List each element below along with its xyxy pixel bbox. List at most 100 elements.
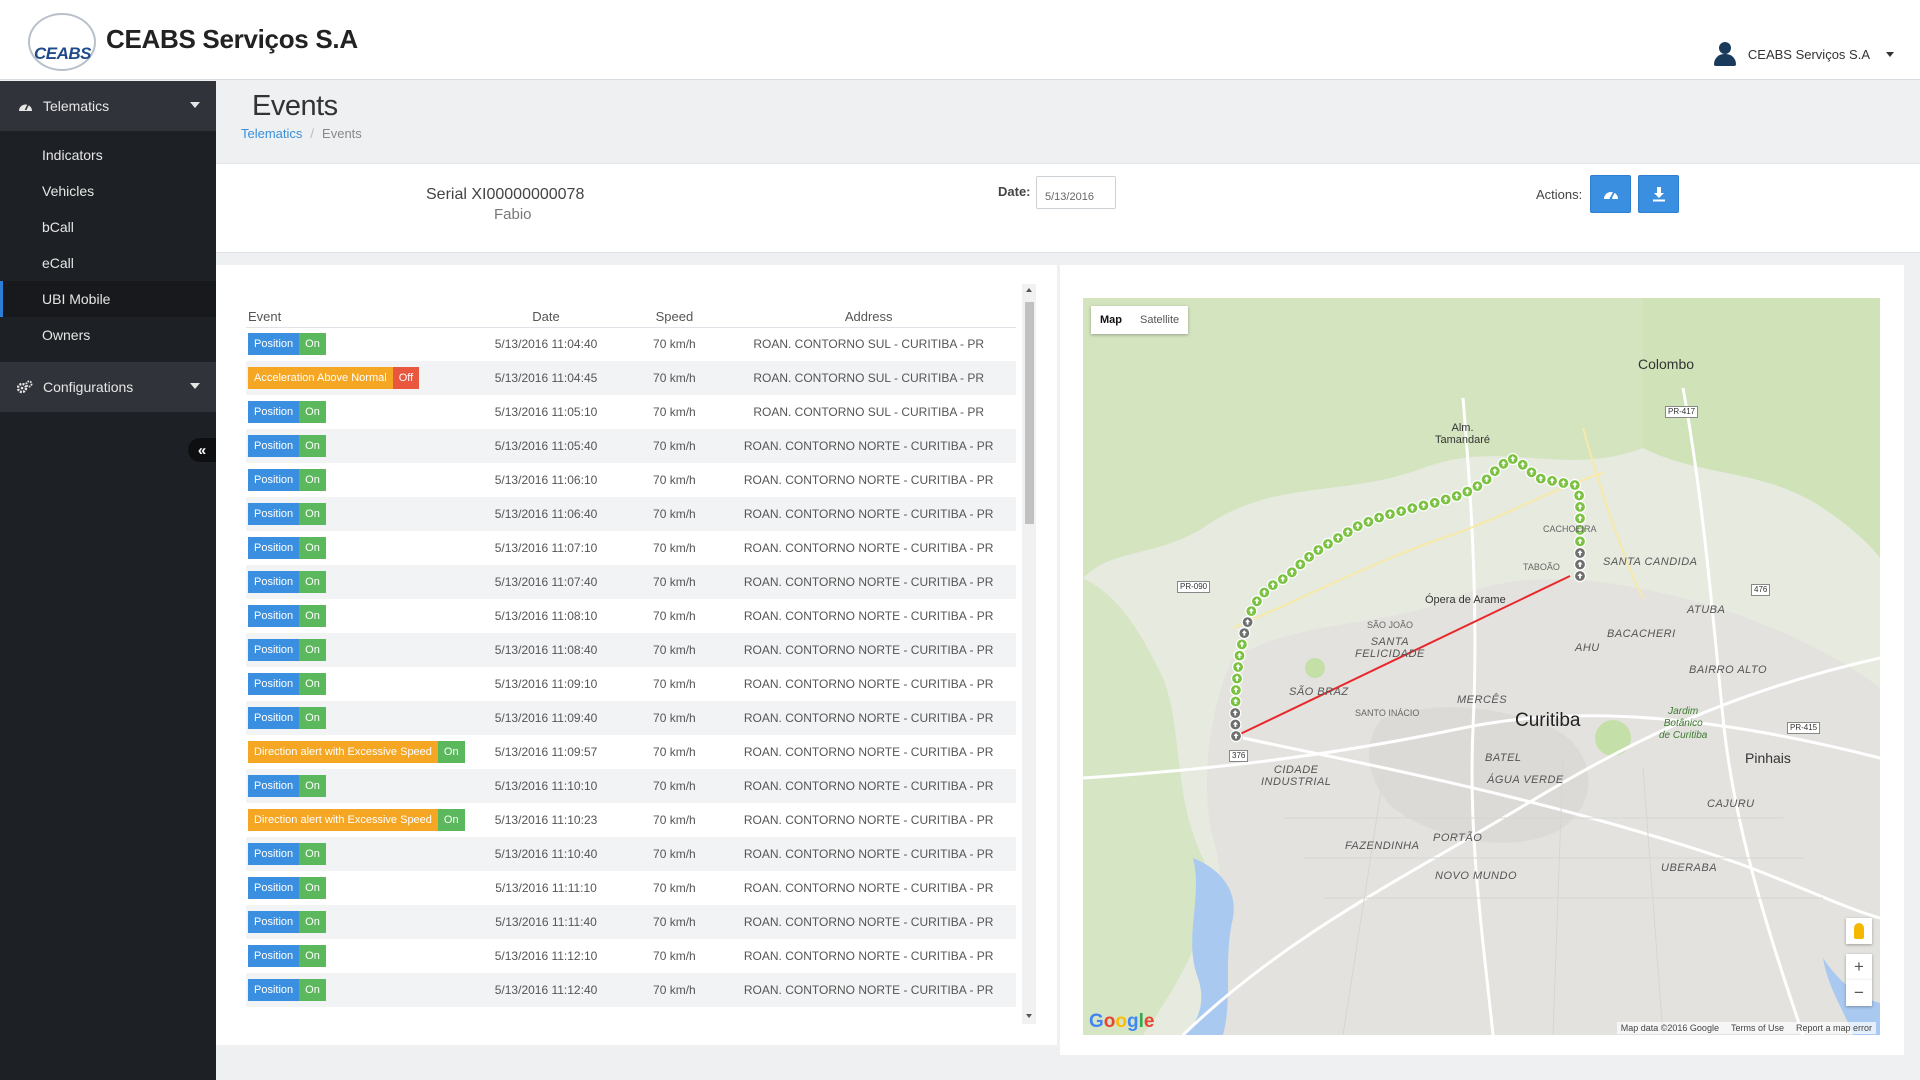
speed-cell: 70 km/h: [627, 837, 722, 871]
table-scrollbar[interactable]: [1022, 284, 1036, 1024]
event-state-badge: On: [299, 605, 326, 627]
highway-shield-476: 476: [1751, 584, 1771, 596]
event-state-badge: On: [299, 979, 326, 1001]
zoom-in-button[interactable]: +: [1846, 954, 1872, 980]
event-type-badge: Position: [248, 775, 300, 797]
map-label-novo-mundo: NOVO MUNDO: [1435, 870, 1517, 882]
terms-of-use-link[interactable]: Terms of Use: [1731, 1023, 1784, 1033]
table-row[interactable]: Position On 5/13/2016 11:09:40 70 km/h ROAN.…: [246, 701, 1016, 735]
table-row[interactable]: Position On 5/13/2016 11:05:40 70 km/h ROAN.…: [246, 429, 1016, 463]
table-row[interactable]: Position On 5/13/2016 11:06:10 70 km/h ROAN.…: [246, 463, 1016, 497]
sidebar-item-indicators[interactable]: Indicators: [0, 137, 216, 173]
breadcrumb-telematics-link[interactable]: Telematics: [241, 126, 302, 141]
scroll-down-arrow-icon[interactable]: [1026, 1014, 1032, 1018]
sidebar-item-owners[interactable]: Owners: [0, 317, 216, 353]
table-row[interactable]: Position On 5/13/2016 11:11:10 70 km/h ROAN.…: [246, 871, 1016, 905]
column-header-address[interactable]: Address: [721, 295, 1016, 328]
sidebar-item-ecall[interactable]: eCall: [0, 245, 216, 281]
map-label-merces: MERCÊS: [1457, 694, 1508, 706]
event-state-badge: On: [299, 843, 326, 865]
map-label-cachoeira: CACHOEIRA: [1543, 524, 1597, 534]
download-button[interactable]: [1638, 175, 1679, 213]
table-row[interactable]: Position On 5/13/2016 11:05:10 70 km/h ROAN.…: [246, 395, 1016, 429]
table-row[interactable]: Position On 5/13/2016 11:04:40 70 km/h ROAN.…: [246, 327, 1016, 361]
dashboard-button[interactable]: [1590, 175, 1631, 213]
sidebar-item-label: eCall: [42, 255, 74, 271]
sidebar-section-label: Telematics: [43, 98, 110, 114]
route-map[interactable]: Colombo Alm. Tamandaré Curitiba Ópera de…: [1083, 298, 1880, 1035]
date-cell: 5/13/2016 11:09:40: [464, 701, 628, 735]
map-label-sao-joao: SÃO JOÃO: [1367, 620, 1414, 630]
table-row[interactable]: Position On 5/13/2016 11:10:40 70 km/h ROAN.…: [246, 837, 1016, 871]
map-label-santo-inacio: SANTO INÁCIO: [1355, 708, 1420, 718]
date-field[interactable]: [1036, 176, 1116, 209]
speed-cell: 70 km/h: [653, 541, 696, 555]
user-menu[interactable]: CEABS Serviços S.A: [1713, 42, 1894, 66]
collapse-sidebar-button[interactable]: «: [188, 438, 216, 462]
event-state-badge: On: [437, 741, 465, 763]
zoom-out-button[interactable]: −: [1846, 980, 1872, 1006]
address-cell: ROAN. CONTORNO NORTE - CURITIBA - PR: [721, 837, 1016, 871]
column-header-event[interactable]: Event: [246, 295, 465, 328]
column-header-speed[interactable]: Speed: [627, 295, 722, 328]
map-label-taboao: TABOÃO: [1523, 562, 1560, 572]
date-cell: 5/13/2016 11:04:40: [494, 337, 598, 352]
sidebar-section-telematics[interactable]: Telematics: [0, 81, 216, 131]
map-type-satellite-button[interactable]: Satellite: [1131, 306, 1188, 334]
street-view-pegman-icon[interactable]: [1846, 918, 1872, 944]
date-cell: 5/13/2016 11:09:57: [494, 745, 598, 759]
highway-shield-pr417: PR-417: [1665, 406, 1699, 418]
gears-icon: [17, 379, 33, 395]
map-label-bacacheri: BACACHERI: [1607, 628, 1676, 640]
events-table-scroll[interactable]: Event Date Speed Address Position On 5/13/…: [246, 295, 1046, 1035]
sidebar-item-vehicles[interactable]: Vehicles: [0, 173, 216, 209]
table-row[interactable]: Position On 5/13/2016 11:08:40 70 km/h ROAN.…: [246, 633, 1016, 667]
address-cell: ROAN. CONTORNO NORTE - CURITIBA - PR: [743, 881, 994, 895]
table-row[interactable]: Direction alert with Excessive Speed On 5/…: [246, 735, 1016, 769]
table-row[interactable]: Position On 5/13/2016 11:06:40 70 km/h ROAN.…: [246, 497, 1016, 531]
actions-label: Actions:: [1536, 187, 1583, 202]
map-label-opera: Ópera de Arame: [1425, 594, 1506, 606]
table-row[interactable]: Acceleration Above Normal Off 5/13/2016 11…: [246, 361, 1016, 395]
date-cell: 5/13/2016 11:06:10: [494, 473, 598, 487]
event-state-badge: On: [299, 945, 326, 967]
report-map-error-link[interactable]: Report a map error: [1796, 1023, 1872, 1033]
table-row[interactable]: Position On 5/13/2016 11:12:10 70 km/h ROAN.…: [246, 939, 1016, 973]
table-row[interactable]: Position On 5/13/2016 11:07:10 70 km/h ROAN.…: [246, 531, 1016, 565]
address-cell: ROAN. CONTORNO SUL - CURITIBA - PR: [721, 361, 1016, 395]
event-type-badge: Position: [248, 435, 300, 457]
dashboard-icon: [17, 98, 33, 114]
event-type-badge: Position: [248, 707, 300, 729]
events-table-panel: Event Date Speed Address Position On 5/13/…: [216, 265, 1057, 1045]
map-attribution: Map data ©2016 Google Terms of Use Repor…: [1616, 1022, 1876, 1034]
sidebar-item-ubi-mobile[interactable]: UBI Mobile: [0, 281, 216, 317]
event-type-badge: Position: [248, 537, 300, 559]
event-type-badge: Position: [248, 571, 300, 593]
sidebar-item-label: Owners: [42, 327, 91, 343]
speed-cell: 70 km/h: [653, 609, 696, 623]
table-row[interactable]: Position On 5/13/2016 11:09:10 70 km/h ROAN.…: [246, 667, 1016, 701]
date-cell: 5/13/2016 11:10:23: [494, 813, 598, 827]
map-type-map-button[interactable]: Map: [1091, 306, 1131, 334]
table-row[interactable]: Position On 5/13/2016 11:12:40 70 km/h ROAN.…: [246, 973, 1016, 1007]
sidebar-item-bcall[interactable]: bCall: [0, 209, 216, 245]
table-row[interactable]: Position On 5/13/2016 11:08:10 70 km/h ROAN.…: [246, 599, 1016, 633]
map-panel: Colombo Alm. Tamandaré Curitiba Ópera de…: [1060, 265, 1904, 1055]
sidebar-section-configurations[interactable]: Configurations: [0, 362, 216, 412]
table-row[interactable]: Position On 5/13/2016 11:11:40 70 km/h ROAN.…: [246, 905, 1016, 939]
scroll-up-arrow-icon[interactable]: [1026, 288, 1032, 292]
map-label-jardim-botanico: Jardim Botânico de Curitiba: [1659, 706, 1708, 741]
table-row[interactable]: Direction alert with Excessive Speed On 5/…: [246, 803, 1016, 837]
address-cell: ROAN. CONTORNO NORTE - CURITIBA - PR: [721, 973, 1016, 1007]
date-label: Date:: [998, 184, 1031, 199]
chevron-down-icon: [190, 383, 200, 389]
event-cell: Position On: [246, 497, 465, 531]
scrollbar-thumb[interactable]: [1025, 302, 1034, 524]
address-cell: ROAN. CONTORNO NORTE - CURITIBA - PR: [743, 541, 994, 555]
address-cell: ROAN. CONTORNO NORTE - CURITIBA - PR: [721, 769, 1016, 803]
table-row[interactable]: Position On 5/13/2016 11:10:10 70 km/h ROAN.…: [246, 769, 1016, 803]
address-cell: ROAN. CONTORNO NORTE - CURITIBA - PR: [743, 473, 994, 487]
table-row[interactable]: Position On 5/13/2016 11:07:40 70 km/h ROAN.…: [246, 565, 1016, 599]
column-header-date[interactable]: Date: [464, 295, 628, 328]
speed-cell: 70 km/h: [627, 361, 722, 395]
